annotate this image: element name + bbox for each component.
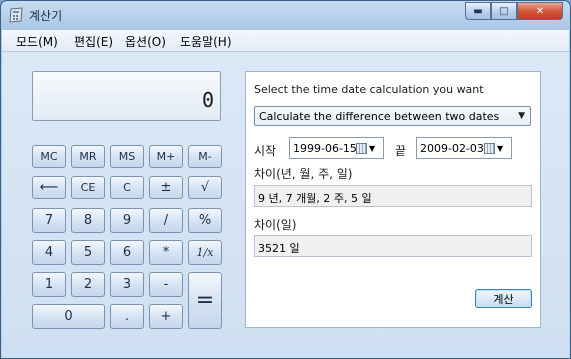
- mc-button[interactable]: MC: [32, 145, 66, 168]
- clear-button[interactable]: C: [110, 176, 144, 199]
- difference-days-value: 3521 일: [258, 242, 300, 255]
- window-controls: ▬ □ ✕: [465, 2, 563, 21]
- calculation-mode-value: Calculate the difference between two dat…: [259, 110, 500, 123]
- multiply-button[interactable]: *: [149, 240, 183, 265]
- window-title: 계산기: [29, 9, 63, 23]
- m-minus-button[interactable]: M-: [188, 145, 222, 168]
- ms-button[interactable]: MS: [110, 145, 144, 168]
- maximize-button[interactable]: □: [491, 2, 517, 20]
- calculation-mode-dropdown[interactable]: Calculate the difference between two dat…: [254, 106, 531, 126]
- menu-mode[interactable]: 모드(M): [16, 33, 58, 50]
- m-plus-button[interactable]: M+: [149, 145, 183, 168]
- digit-4-button[interactable]: 4: [32, 240, 66, 265]
- digit-2-button[interactable]: 2: [71, 272, 105, 297]
- difference-days-label: 차이(일): [254, 218, 297, 232]
- difference-output[interactable]: 9 년, 7 개월, 2 주, 5 일: [254, 185, 532, 207]
- square-root-button[interactable]: √: [188, 176, 222, 199]
- equals-button[interactable]: =: [188, 272, 222, 329]
- calculation-prompt: Select the time date calculation you wan…: [254, 83, 484, 96]
- end-date-picker[interactable]: 2009-02-03 ▼: [416, 137, 512, 159]
- digit-7-button[interactable]: 7: [32, 208, 66, 233]
- close-icon: ✕: [535, 5, 545, 17]
- subtract-button[interactable]: -: [149, 272, 183, 297]
- title-bar[interactable]: 계산기 ▬ □ ✕: [1, 1, 570, 29]
- display-value: 0: [201, 88, 214, 112]
- difference-label: 차이(년, 월, 주, 일): [254, 167, 353, 181]
- percent-button[interactable]: %: [188, 208, 222, 233]
- divide-button[interactable]: /: [149, 208, 183, 233]
- calendar-dropdown-icon[interactable]: ▼: [484, 141, 508, 155]
- digit-8-button[interactable]: 8: [71, 208, 105, 233]
- end-date-label: 끝: [395, 144, 407, 158]
- start-date-label: 시작: [254, 144, 277, 158]
- digit-1-button[interactable]: 1: [32, 272, 66, 297]
- menu-options[interactable]: 옵션(O): [125, 33, 166, 50]
- digit-0-button[interactable]: 0: [32, 304, 105, 329]
- add-button[interactable]: +: [149, 304, 183, 329]
- calculate-button[interactable]: 계산: [475, 289, 532, 308]
- chevron-down-icon: ▼: [518, 111, 525, 121]
- digit-3-button[interactable]: 3: [110, 272, 144, 297]
- backspace-button[interactable]: ⟵: [32, 176, 66, 199]
- end-date-value: 2009-02-03: [420, 142, 484, 155]
- menu-help[interactable]: 도움말(H): [180, 33, 232, 50]
- date-calculation-panel: Select the time date calculation you wan…: [245, 71, 541, 328]
- close-button[interactable]: ✕: [517, 2, 563, 20]
- digit-5-button[interactable]: 5: [71, 240, 105, 265]
- menu-bar: 모드(M) 편집(E) 옵션(O) 도움말(H): [2, 30, 569, 52]
- calendar-dropdown-icon[interactable]: ▼: [356, 141, 380, 155]
- minimize-button[interactable]: ▬: [465, 2, 491, 20]
- digit-6-button[interactable]: 6: [110, 240, 144, 265]
- start-date-value: 1999-06-15: [293, 142, 357, 155]
- negate-button[interactable]: ±: [149, 176, 183, 199]
- minimize-icon: ▬: [473, 5, 483, 17]
- result-display: 0: [32, 71, 221, 121]
- reciprocal-button[interactable]: 1/x: [188, 240, 222, 265]
- decimal-button[interactable]: .: [110, 304, 144, 329]
- calculator-app-icon: [9, 7, 23, 23]
- difference-days-output[interactable]: 3521 일: [254, 235, 532, 257]
- calculator-body: 0 MC MR MS M+ M- ⟵ CE C ± √ 7 8 9 / % 4 …: [2, 52, 569, 358]
- difference-value: 9 년, 7 개월, 2 주, 5 일: [258, 192, 372, 205]
- maximize-icon: □: [499, 5, 509, 17]
- digit-9-button[interactable]: 9: [110, 208, 144, 233]
- clear-entry-button[interactable]: CE: [71, 176, 105, 199]
- start-date-picker[interactable]: 1999-06-15 ▼: [289, 137, 384, 159]
- menu-edit[interactable]: 편집(E): [74, 33, 113, 50]
- mr-button[interactable]: MR: [71, 145, 105, 168]
- calculator-window: 계산기 ▬ □ ✕ 모드(M) 편집(E) 옵션(O) 도움말(H) 0 MC …: [0, 0, 571, 359]
